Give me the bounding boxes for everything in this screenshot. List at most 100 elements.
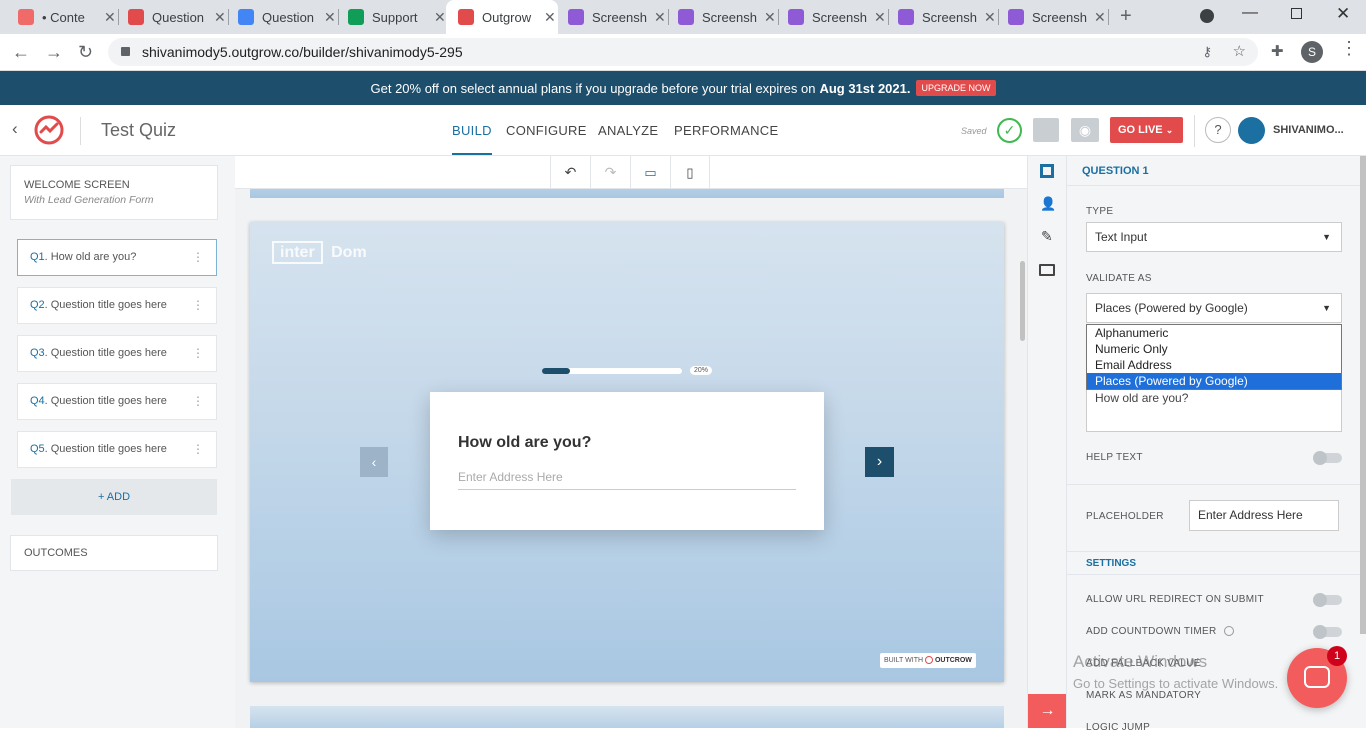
extensions-icon[interactable]: ✚: [1271, 42, 1284, 60]
validate-option[interactable]: Email Address: [1087, 357, 1341, 373]
back-icon[interactable]: ←: [12, 42, 30, 63]
browser-tab[interactable]: Screensh ✕: [886, 0, 998, 34]
feather-icon: [1008, 9, 1024, 25]
user-avatar-icon[interactable]: [1238, 117, 1265, 144]
more-options-icon[interactable]: ⋮: [192, 432, 204, 467]
add-user-icon[interactable]: 👤: [1040, 196, 1056, 212]
profile-avatar[interactable]: S: [1301, 41, 1323, 63]
countdown-toggle[interactable]: [1313, 625, 1342, 639]
help-button[interactable]: ?: [1205, 117, 1231, 143]
question-heading[interactable]: How old are you?: [458, 434, 591, 452]
allow-redirect-toggle[interactable]: [1313, 593, 1342, 607]
tab-performance[interactable]: PERFORMANCE: [674, 123, 778, 138]
back-chevron-icon[interactable]: ‹: [12, 119, 18, 139]
add-question-button[interactable]: + ADD: [11, 479, 217, 515]
canvas-scrollbar-thumb[interactable]: [1020, 261, 1025, 341]
close-tab-icon[interactable]: ✕: [874, 9, 886, 26]
preview-eye-icon[interactable]: ◉: [1071, 118, 1099, 142]
asana-icon: [18, 9, 34, 25]
outgrow-logo-icon[interactable]: [33, 114, 65, 146]
type-select[interactable]: Text Input ▼: [1086, 222, 1342, 252]
panel-scrollbar-thumb[interactable]: [1360, 156, 1366, 634]
go-live-button[interactable]: GO LIVE ⌄: [1110, 117, 1183, 143]
close-window-button[interactable]: ✕: [1336, 4, 1350, 24]
more-options-icon[interactable]: ⋮: [192, 240, 204, 275]
templates-icon[interactable]: [1033, 118, 1059, 142]
layout-icon[interactable]: [1040, 164, 1054, 178]
close-tab-icon[interactable]: ✕: [104, 9, 116, 26]
welcome-screen-card[interactable]: WELCOME SCREEN With Lead Generation Form: [10, 165, 218, 220]
card-icon[interactable]: [1039, 264, 1055, 276]
collapse-panel-button[interactable]: →: [1028, 694, 1067, 728]
close-tab-icon[interactable]: ✕: [1094, 9, 1106, 26]
browser-tab[interactable]: Screensh ✕: [776, 0, 888, 34]
browser-tab[interactable]: Screensh ✕: [556, 0, 668, 34]
more-options-icon[interactable]: ⋮: [192, 384, 204, 419]
browser-tab[interactable]: Support ✕: [336, 0, 448, 34]
pencil-icon[interactable]: ✎: [1041, 228, 1053, 245]
validate-option[interactable]: Places (Powered by Google): [1087, 373, 1341, 389]
answer-input[interactable]: Enter Address Here: [458, 468, 796, 490]
browser-tab[interactable]: Question ✕: [226, 0, 338, 34]
minimize-button[interactable]: —: [1242, 4, 1258, 22]
close-tab-icon[interactable]: ✕: [434, 9, 446, 26]
undo-button[interactable]: ↶: [550, 156, 590, 189]
desktop-view-button[interactable]: ▭: [630, 156, 670, 189]
user-name[interactable]: SHIVANIMO...: [1273, 124, 1344, 136]
tab-search-icon[interactable]: [1200, 9, 1214, 23]
question-item[interactable]: Q3. Question title goes here ⋮: [17, 335, 217, 372]
feather-icon: [788, 9, 804, 25]
placeholder-input[interactable]: Enter Address Here: [1189, 500, 1339, 531]
new-tab-button[interactable]: +: [1120, 5, 1132, 28]
mobile-view-button[interactable]: ▯: [670, 156, 710, 189]
outcomes-card[interactable]: OUTCOMES: [10, 535, 218, 571]
question-item[interactable]: Q4. Question title goes here ⋮: [17, 383, 217, 420]
chat-launcher-button[interactable]: 1: [1287, 646, 1347, 708]
question-number: Q5.: [30, 443, 48, 455]
tab-title: Screensh: [1032, 9, 1087, 25]
close-tab-icon[interactable]: ✕: [214, 9, 226, 26]
question-item[interactable]: Q1. How old are you? ⋮: [17, 239, 217, 276]
validate-option[interactable]: Alphanumeric: [1087, 325, 1341, 341]
browser-tab[interactable]: Question ✕: [116, 0, 228, 34]
validate-option[interactable]: Numeric Only: [1087, 341, 1341, 357]
bookmark-star-icon[interactable]: ☆: [1233, 38, 1246, 66]
info-icon[interactable]: [1223, 626, 1234, 637]
help-text-label: HELP TEXT: [1086, 452, 1143, 463]
close-tab-icon[interactable]: ✕: [654, 9, 666, 26]
close-tab-icon[interactable]: ✕: [324, 9, 336, 26]
tab-analyze[interactable]: ANALYZE: [598, 123, 658, 138]
question-item[interactable]: Q2. Question title goes here ⋮: [17, 287, 217, 324]
quiz-title[interactable]: Test Quiz: [101, 120, 176, 141]
prev-question-button[interactable]: ‹: [360, 447, 388, 477]
close-tab-icon[interactable]: ✕: [984, 9, 996, 26]
close-tab-icon[interactable]: ✕: [544, 9, 556, 26]
question-item[interactable]: Q5. Question title goes here ⋮: [17, 431, 217, 468]
browser-tab[interactable]: Outgrow ✕: [446, 0, 558, 34]
more-options-icon[interactable]: ⋮: [192, 336, 204, 371]
tab-build[interactable]: BUILD: [452, 123, 492, 138]
next-question-button[interactable]: ›: [865, 447, 894, 477]
validate-select[interactable]: Places (Powered by Google) ▼: [1086, 293, 1342, 323]
more-options-icon[interactable]: ⋮: [192, 288, 204, 323]
tab-title: Support: [372, 9, 418, 25]
key-icon[interactable]: ⚷: [1202, 38, 1212, 66]
caret-down-icon: ▼: [1322, 303, 1331, 313]
panel-icon-strip: 👤 ✎ →: [1027, 156, 1067, 728]
built-with-badge[interactable]: BUILT WITH OUTCROW: [880, 653, 976, 668]
banner-text: Get 20% off on select annual plans if yo…: [370, 80, 816, 96]
help-text-toggle[interactable]: [1313, 451, 1342, 465]
url-text: shivanimody5.outgrow.co/builder/shivanim…: [142, 44, 463, 60]
browser-tab[interactable]: • Conte ✕: [6, 0, 118, 34]
forward-icon[interactable]: →: [45, 42, 63, 63]
restore-button[interactable]: [1291, 8, 1302, 19]
browser-menu-icon[interactable]: ⋮: [1340, 38, 1358, 59]
url-input[interactable]: shivanimody5.outgrow.co/builder/shivanim…: [108, 38, 1258, 66]
browser-tab[interactable]: Screensh ✕: [996, 0, 1108, 34]
browser-tab[interactable]: Screensh ✕: [666, 0, 778, 34]
upgrade-now-button[interactable]: UPGRADE NOW: [916, 80, 996, 96]
close-tab-icon[interactable]: ✕: [764, 9, 776, 26]
tab-configure[interactable]: CONFIGURE: [506, 123, 587, 138]
reload-icon[interactable]: ↻: [78, 42, 93, 63]
redo-button[interactable]: ↷: [590, 156, 630, 189]
